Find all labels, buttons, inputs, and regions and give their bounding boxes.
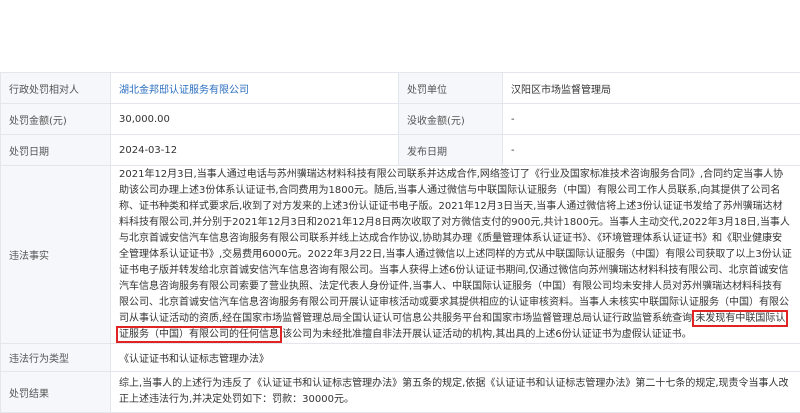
publish-value: - <box>502 134 800 166</box>
result-label: 处罚结果 <box>0 371 111 413</box>
confiscated-value: - <box>502 103 800 135</box>
publish-label: 发布日期 <box>398 134 503 166</box>
row-facts: 违法事实 2021年12月3日,当事人通过电话与苏州骥瑞达材料科技有限公司联系并… <box>0 165 800 344</box>
facts-text-before: 2021年12月3日,当事人通过电话与苏州骥瑞达材料科技有限公司联系并达成合作,… <box>119 168 792 324</box>
date-value: 2024-03-12 <box>110 134 399 166</box>
type-value: 《认证证书和认证标志管理办法》 <box>110 343 800 372</box>
amount-value: 30,000.00 <box>110 103 399 135</box>
result-value: 综上,当事人的上述行为违反了《认证证书和认证标志管理办法》第五条的规定,依据《认… <box>110 371 800 413</box>
penalty-info-table: 行政处罚相对人 湖北金邦邸认证服务有限公司 处罚单位 汉阳区市场监督管理局 处罚… <box>0 72 800 413</box>
party-label: 行政处罚相对人 <box>0 72 111 104</box>
row-date: 处罚日期 2024-03-12 发布日期 - <box>0 134 800 166</box>
row-type: 违法行为类型 《认证证书和认证标志管理办法》 <box>0 343 800 372</box>
facts-label: 违法事实 <box>0 165 111 344</box>
row-amount: 处罚金额(元) 30,000.00 没收金额(元) - <box>0 103 800 135</box>
row-party: 行政处罚相对人 湖北金邦邸认证服务有限公司 处罚单位 汉阳区市场监督管理局 <box>0 72 800 104</box>
party-link[interactable]: 湖北金邦邸认证服务有限公司 <box>110 72 399 104</box>
row-result: 处罚结果 综上,当事人的上述行为违反了《认证证书和认证标志管理办法》第五条的规定… <box>0 371 800 413</box>
facts-text: 2021年12月3日,当事人通过电话与苏州骥瑞达材料科技有限公司联系并达成合作,… <box>110 165 800 344</box>
facts-text-after: ,该公司为未经批准擅自非法开展认证活动的机构,其出具的上述6份认证证书为虚假认证… <box>279 328 692 340</box>
type-label: 违法行为类型 <box>0 343 111 372</box>
unit-value: 汉阳区市场监督管理局 <box>502 72 800 104</box>
penalty-info-panel: 行政处罚相对人 湖北金邦邸认证服务有限公司 处罚单位 汉阳区市场监督管理局 处罚… <box>0 72 800 413</box>
date-label: 处罚日期 <box>0 134 111 166</box>
confiscated-label: 没收金额(元) <box>398 103 503 135</box>
amount-label: 处罚金额(元) <box>0 103 111 135</box>
unit-label: 处罚单位 <box>398 72 503 104</box>
